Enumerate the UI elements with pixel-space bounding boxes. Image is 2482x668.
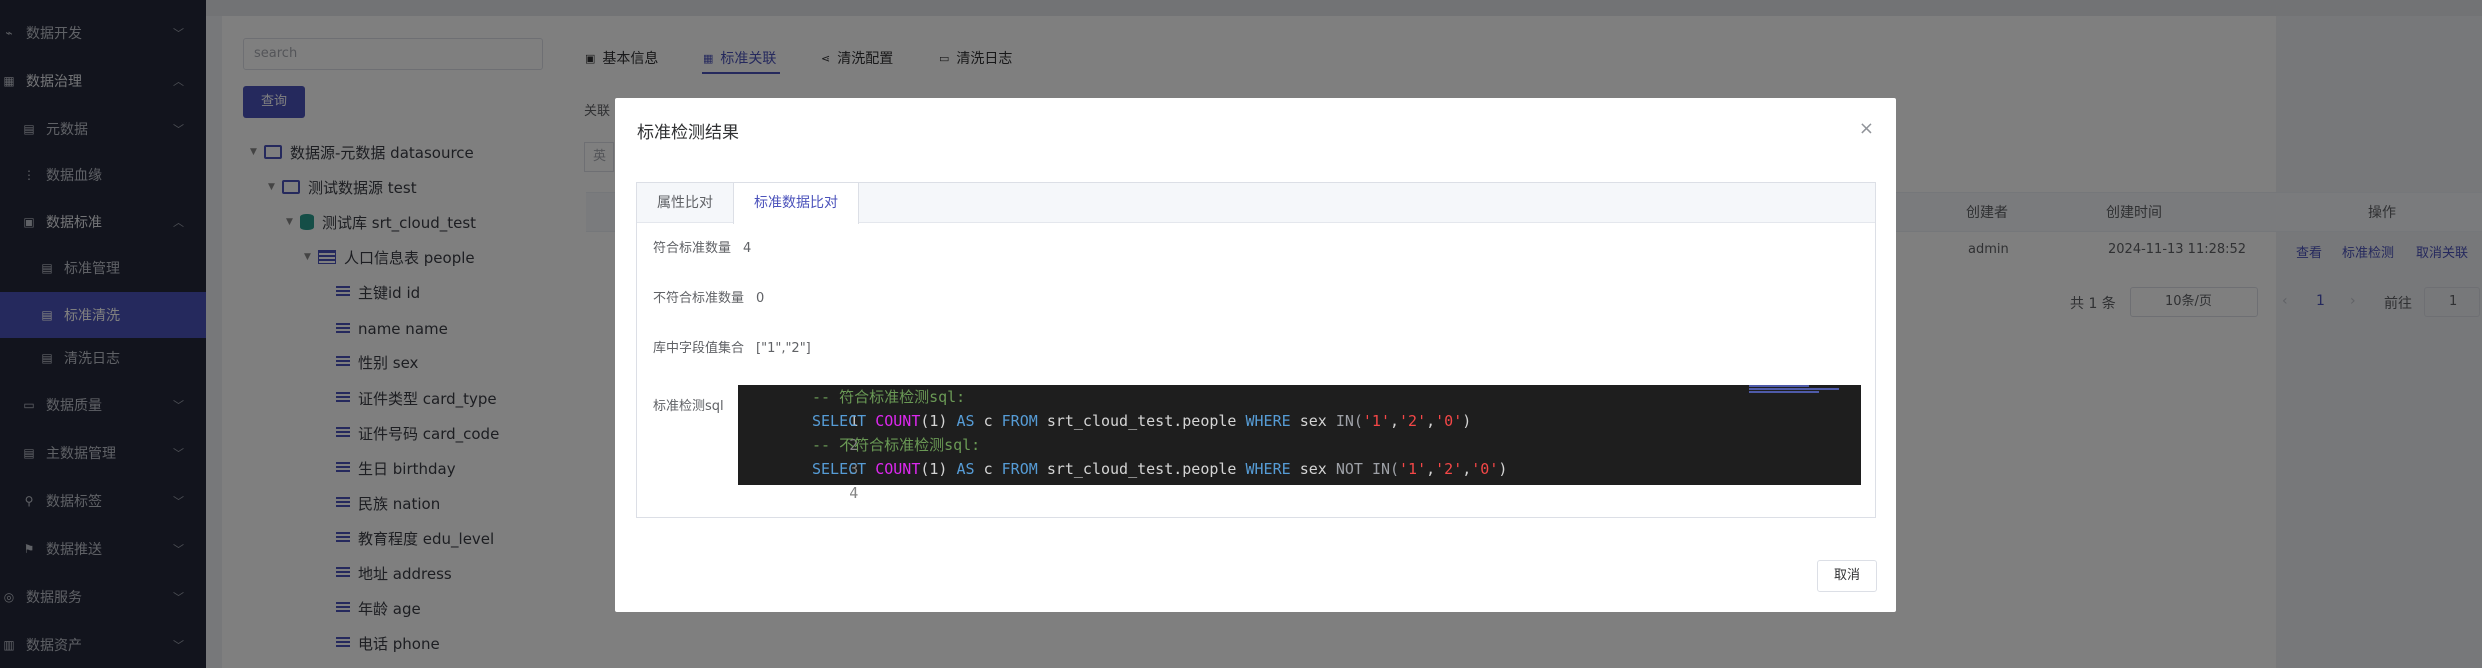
code-token: '0' xyxy=(1471,460,1499,478)
mismatch-count-label: 不符合标准数量 xyxy=(653,291,745,306)
result-card: 属性比对 标准数据比对 符合标准数量 4 不符合标准数量 0 库中字段值集合 ["1"… xyxy=(636,182,1876,518)
code-comment: -- 不符合标准检测sql: xyxy=(812,436,981,454)
code-token: FROM xyxy=(1001,460,1038,478)
code-token: COUNT xyxy=(875,412,921,430)
mismatch-count-row: 不符合标准数量 0 xyxy=(653,287,764,306)
value-set-label: 库中字段值集合 xyxy=(653,341,745,356)
code-token: c xyxy=(983,460,993,478)
code-token: , xyxy=(1462,460,1472,478)
code-token: SELECT xyxy=(812,460,867,478)
code-token: sex xyxy=(1299,460,1327,478)
code-token: AS xyxy=(956,412,975,430)
tab-standard-data-compare[interactable]: 标准数据比对 xyxy=(733,183,859,224)
code-token: IN( xyxy=(1371,460,1400,478)
code-token: '2' xyxy=(1435,460,1463,478)
code-token: '1' xyxy=(1362,412,1390,430)
close-icon[interactable]: × xyxy=(1859,118,1874,139)
code-token: (1) xyxy=(920,460,948,478)
code-token: SELECT xyxy=(812,412,867,430)
code-token: , xyxy=(1426,460,1436,478)
code-token: srt_cloud_test.people xyxy=(1046,412,1237,430)
value-set-value: ["1","2"] xyxy=(756,341,811,356)
code-token: sex xyxy=(1299,412,1327,430)
code-line: 4 SELECT COUNT(1) AS c FROM srt_cloud_te… xyxy=(738,457,1861,502)
match-count-value: 4 xyxy=(743,241,752,256)
code-comment: -- 符合标准检测sql: xyxy=(812,388,966,406)
code-token: , xyxy=(1390,412,1400,430)
code-token: c xyxy=(983,412,993,430)
result-tabs: 属性比对 标准数据比对 xyxy=(637,183,1875,224)
match-count-row: 符合标准数量 4 xyxy=(653,237,751,256)
code-token: FROM xyxy=(1001,412,1038,430)
dialog-title: 标准检测结果 xyxy=(637,123,739,143)
code-token: srt_cloud_test.people xyxy=(1046,460,1237,478)
tab-attribute-compare[interactable]: 属性比对 xyxy=(637,183,733,223)
code-token: '0' xyxy=(1435,412,1463,430)
match-count-label: 符合标准数量 xyxy=(653,241,732,256)
sql-label: 标准检测sql xyxy=(653,399,724,414)
code-token: ) xyxy=(1462,412,1472,430)
cancel-button[interactable]: 取消 xyxy=(1817,560,1877,592)
code-token: '1' xyxy=(1399,460,1427,478)
code-line: 3 -- 不符合标准检测sql: xyxy=(738,433,1861,478)
code-token: IN( xyxy=(1335,412,1363,430)
code-token: ) xyxy=(1498,460,1508,478)
code-token: , xyxy=(1426,412,1436,430)
code-line: 2 SELECT COUNT(1) AS c FROM srt_cloud_te… xyxy=(738,409,1861,454)
code-token: WHERE xyxy=(1245,460,1291,478)
code-token: WHERE xyxy=(1245,412,1291,430)
code-line: 1 -- 符合标准检测sql: xyxy=(738,385,1861,430)
line-number: 4 xyxy=(849,484,859,502)
code-token: COUNT xyxy=(875,460,921,478)
sql-code-editor[interactable]: 1 -- 符合标准检测sql: 2 SELECT COUNT(1) AS c F… xyxy=(738,385,1861,502)
mismatch-count-value: 0 xyxy=(756,291,765,306)
code-token: (1) xyxy=(920,412,948,430)
code-token: AS xyxy=(956,460,975,478)
standard-check-result-dialog: 标准检测结果 × 属性比对 标准数据比对 符合标准数量 4 不符合标准数量 0 库中… xyxy=(615,98,1896,612)
code-token: NOT xyxy=(1335,460,1363,478)
value-set-row: 库中字段值集合 ["1","2"] xyxy=(653,337,811,356)
code-token: '2' xyxy=(1399,412,1427,430)
